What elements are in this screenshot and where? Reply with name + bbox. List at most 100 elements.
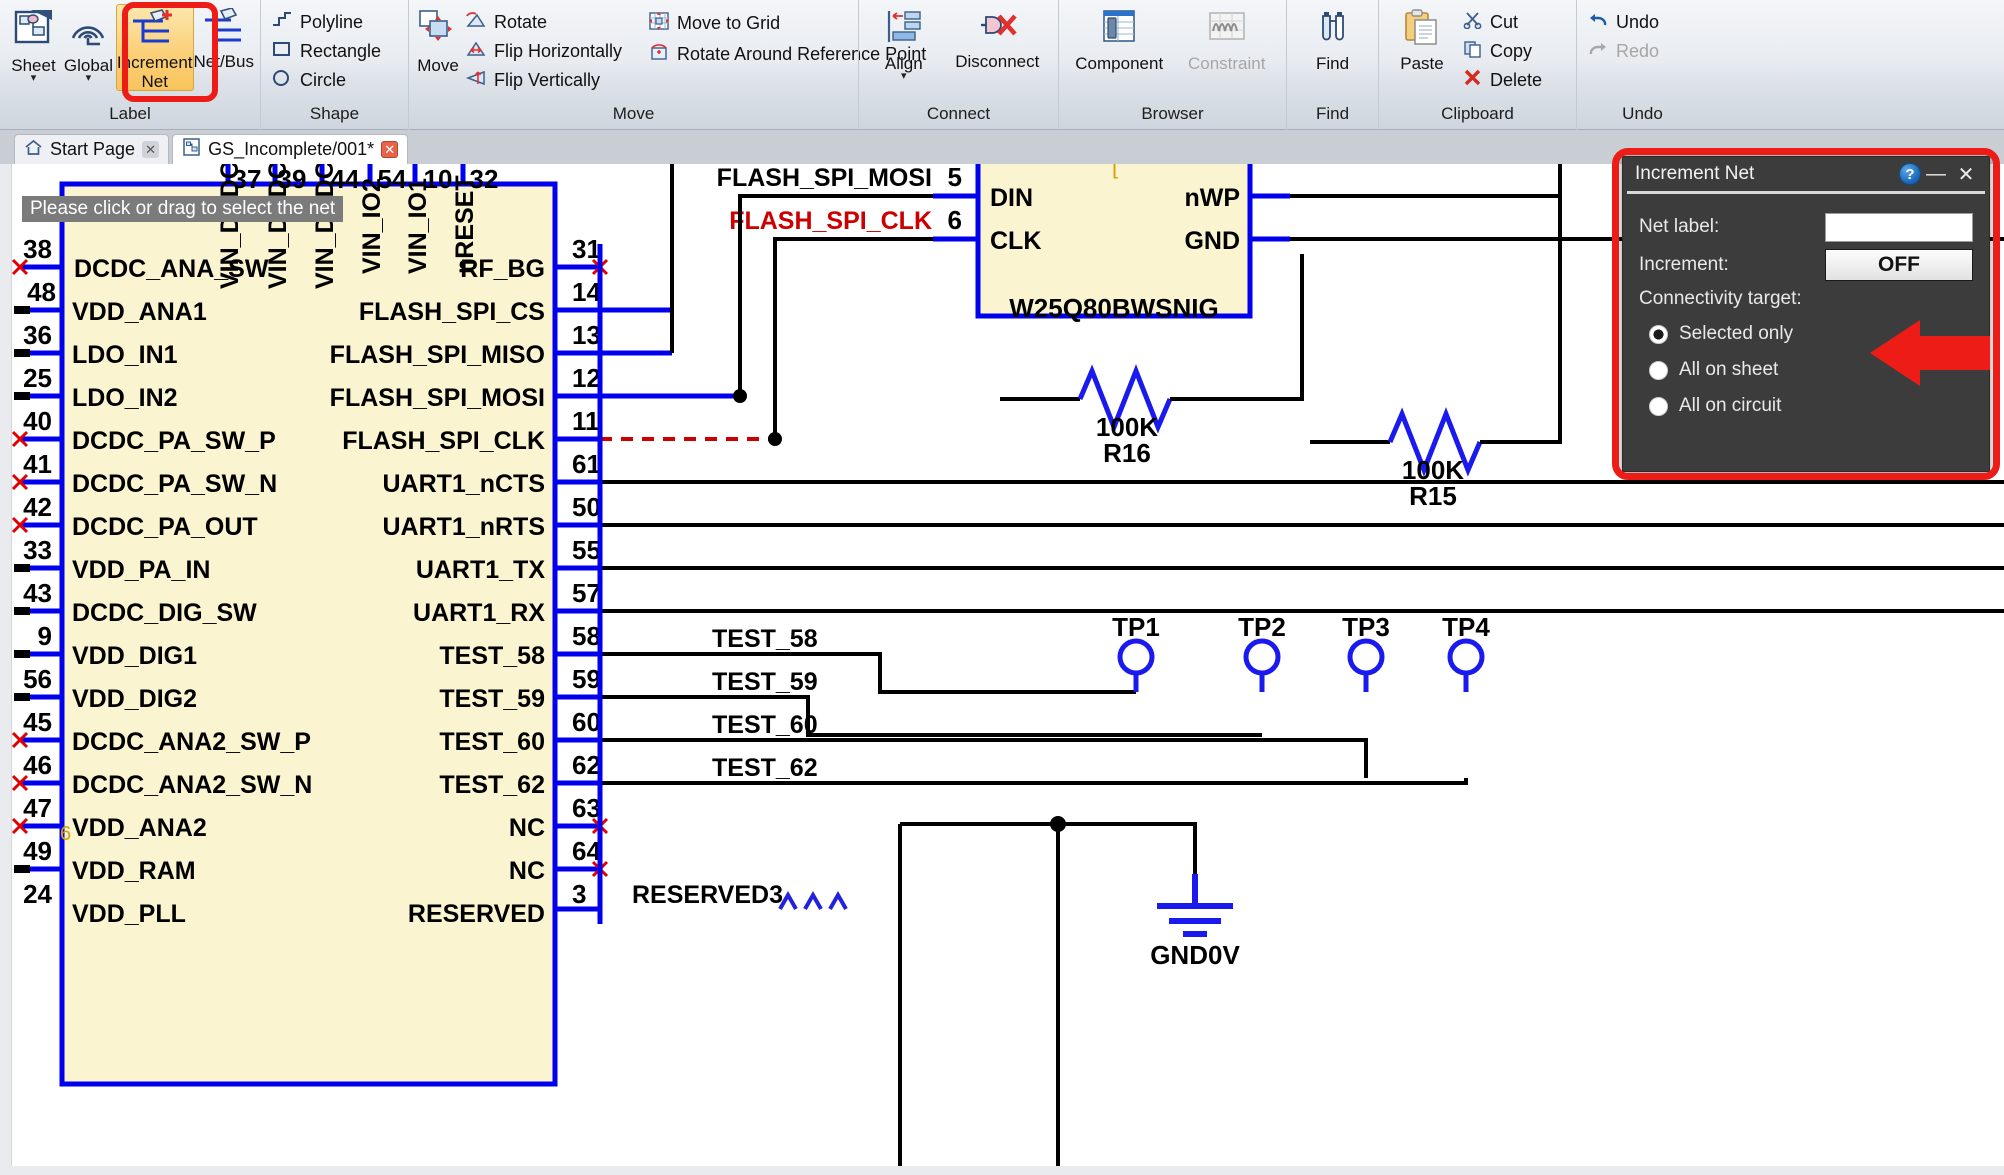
left-pin-name: VDD_PLL <box>72 900 186 928</box>
paste-button[interactable]: Paste <box>1385 4 1459 72</box>
test-point-tp1[interactable]: TP1 <box>1112 612 1160 692</box>
left-pin-name: DCDC_PA_OUT <box>72 513 258 541</box>
flash-pin-name: nWP <box>1184 184 1240 212</box>
test-point-label: TP2 <box>1238 612 1286 642</box>
flip-horizontally-button[interactable]: Flip Horizontally <box>461 37 630 66</box>
component-browser-button[interactable]: Component <box>1065 4 1173 72</box>
test-point-tp3[interactable]: TP3 <box>1342 612 1390 692</box>
radio-all-on-sheet-indicator[interactable] <box>1649 360 1668 380</box>
global-label-button[interactable]: Global ▾ <box>61 4 116 84</box>
tab-start-page[interactable]: Start Page ✕ <box>14 134 170 164</box>
tab-start-page-label: Start Page <box>50 139 136 159</box>
undo-button[interactable]: Undo <box>1583 8 1667 37</box>
right-pin-name: TEST_60 <box>439 728 545 756</box>
ribbon-toolbar: Sheet ▾ Global ▾ Increment Net Net/Bus L… <box>0 0 2004 130</box>
flash-mark: [ <box>1112 164 1118 179</box>
cut-label: Cut <box>1490 12 1519 32</box>
test-point-tp2[interactable]: TP2 <box>1238 612 1286 692</box>
net-label: TEST_58 <box>712 625 818 653</box>
move-button[interactable]: Move <box>415 4 461 74</box>
ribbon-group-undo: Undo Redo Undo <box>1576 0 1708 130</box>
sheet-label-icon <box>11 8 55 55</box>
sheet-label-button[interactable]: Sheet ▾ <box>6 4 61 84</box>
constraint-browser-label: Constraint <box>1187 54 1266 73</box>
reserved-input-arrows <box>778 890 848 910</box>
help-icon[interactable]: ? <box>1899 163 1921 185</box>
canvas-bottom-strip[interactable] <box>0 1166 2004 1175</box>
left-pin-number: 43 <box>23 578 52 608</box>
right-pin-name: TEST_62 <box>439 771 545 799</box>
annotation-arrow-icon <box>1870 320 1990 386</box>
cut-button[interactable]: Cut <box>1459 8 1550 37</box>
flip-vertically-button[interactable]: Flip Vertically <box>461 66 630 95</box>
right-pin-name: NC <box>509 857 545 885</box>
disconnect-label: Disconnect <box>955 52 1040 71</box>
test-point-label: TP4 <box>1442 612 1490 642</box>
junction-dot <box>768 432 782 446</box>
right-pin-name: TEST_59 <box>439 685 545 713</box>
redo-arrow-icon <box>1587 40 1609 63</box>
circle-button[interactable]: Circle <box>267 66 389 95</box>
canvas-left-scroll-strip[interactable] <box>0 164 12 1166</box>
net-bus-button[interactable]: Net/Bus <box>194 4 254 70</box>
right-pin-number: 14 <box>572 277 601 307</box>
right-pin-number: 59 <box>572 664 601 694</box>
copy-button[interactable]: Copy <box>1459 37 1550 66</box>
sheet-dropdown-caret[interactable]: ▾ <box>31 73 37 84</box>
align-dropdown-caret[interactable]: ▾ <box>901 71 907 82</box>
left-pin-name: VDD_DIG1 <box>72 642 197 670</box>
undo-arrow-icon <box>1587 11 1609 34</box>
net-label-caption: Net label: <box>1639 216 1720 237</box>
radio-selected-only-indicator[interactable] <box>1649 324 1668 344</box>
constraint-browser-button: Constraint <box>1173 4 1280 72</box>
radio-all-on-circuit[interactable]: All on circuit <box>1639 388 1973 424</box>
left-pin-name: VDD_ANA2 <box>72 814 207 842</box>
global-label-icon <box>66 8 110 55</box>
left-pin-number: 48 <box>27 277 56 307</box>
left-pin-number: 56 <box>23 664 52 694</box>
tab-gs-incomplete[interactable]: GS_Incomplete/001* ✕ <box>172 134 409 164</box>
tab-gs-incomplete-label: GS_Incomplete/001* <box>208 139 375 159</box>
delete-button[interactable]: Delete <box>1459 66 1550 95</box>
ground-symbol-group[interactable]: GND0V <box>898 816 1240 1166</box>
find-button[interactable]: Find <box>1293 4 1372 72</box>
flip-horizontal-icon <box>465 40 487 63</box>
status-tooltip: Please click or drag to select the net <box>22 196 344 222</box>
polyline-button[interactable]: Polyline <box>267 8 389 37</box>
ribbon-group-browser: Component Constraint Browser <box>1058 0 1286 130</box>
align-button[interactable]: Align ▾ <box>865 4 943 82</box>
right-pin-name: UART1_RX <box>413 599 545 627</box>
net-label-input[interactable] <box>1825 212 1973 242</box>
dialog-title-bar[interactable]: Increment Net ? — ✕ <box>1623 157 1989 191</box>
left-pin-name: LDO_IN1 <box>72 341 178 369</box>
ribbon-group-label-title: Label <box>109 104 151 123</box>
close-icon[interactable]: ✕ <box>1951 161 1981 187</box>
increment-net-dialog[interactable]: Increment Net ? — ✕ Net label: Increment… <box>1622 156 1990 472</box>
right-pin-name: RF_BG <box>460 255 545 283</box>
ribbon-group-shape-title: Shape <box>309 104 360 123</box>
rectangle-icon <box>271 40 293 63</box>
minimize-icon[interactable]: — <box>1921 161 1951 187</box>
flash-pin-name: DIN <box>990 184 1033 212</box>
ground-label: GND0V <box>1150 940 1240 970</box>
resistor-r15[interactable]: 100K R15 <box>1310 164 1562 511</box>
increment-net-button[interactable]: Increment Net <box>115 4 194 91</box>
left-pin-name: LDO_IN2 <box>72 384 178 412</box>
radio-all-on-circuit-indicator[interactable] <box>1649 396 1668 416</box>
tab-gs-incomplete-close-icon[interactable]: ✕ <box>381 141 399 158</box>
right-pin-name: FLASH_SPI_CLK <box>342 427 545 455</box>
test-point-tp4[interactable]: TP4 <box>1442 612 1490 692</box>
tab-start-page-close-icon[interactable]: ✕ <box>142 141 160 158</box>
rectangle-button[interactable]: Rectangle <box>267 37 389 66</box>
radio-all-on-sheet-label: All on sheet <box>1679 359 1779 380</box>
move-to-grid-label: Move to Grid <box>677 13 781 33</box>
flash-net-label: FLASH_SPI_MOSI <box>717 164 932 192</box>
increment-toggle-button[interactable]: OFF <box>1825 249 1973 281</box>
flip-horizontally-label: Flip Horizontally <box>494 41 623 61</box>
left-pin-number: 42 <box>23 492 52 522</box>
disconnect-button[interactable]: Disconnect <box>943 4 1052 70</box>
left-pin-number: 24 <box>23 879 52 909</box>
rotate-button[interactable]: Rotate <box>461 8 630 37</box>
redo-label: Redo <box>1616 41 1660 61</box>
global-dropdown-caret[interactable]: ▾ <box>86 73 92 84</box>
